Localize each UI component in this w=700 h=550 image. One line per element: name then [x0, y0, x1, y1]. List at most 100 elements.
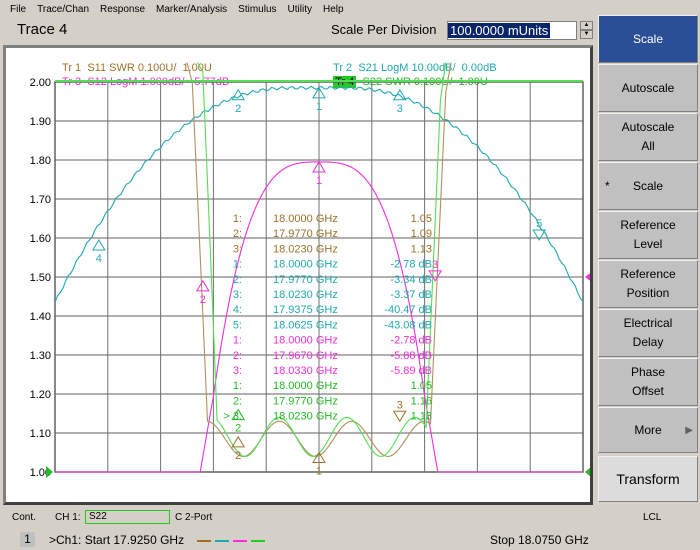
marker-tr2-2-label: 2	[235, 103, 241, 115]
marker-tr3-1-label: 1	[316, 175, 322, 187]
marker-readout-number: 1:	[233, 213, 242, 225]
marker-readout-value: -5.88 dB	[390, 350, 432, 362]
marker-readout-number: 1:	[233, 335, 242, 347]
menu-stimulus[interactable]: Stimulus	[238, 4, 276, 15]
active-parameter[interactable]: S22	[85, 510, 170, 524]
marker-readout-value: 1.13	[411, 411, 432, 423]
marker-readout-frequency: 17.9770 GHz	[273, 228, 338, 240]
marker-readout-frequency: 18.0000 GHz	[273, 380, 338, 392]
softkey-autoscale-all[interactable]: Autoscale All	[598, 113, 698, 161]
menu-trace-chan[interactable]: Trace/Chan	[37, 4, 89, 15]
marker-readout-frequency: 18.0000 GHz	[273, 335, 338, 347]
plot-area[interactable]: 2.00 1.90 1.80 1.70 1.60 1.50 1.40 1.30 1.20 1.10…	[6, 48, 590, 508]
reference-arrow-right	[585, 467, 590, 477]
marker-tr3-3-label: 3	[432, 259, 438, 271]
selected-star-icon: *	[605, 178, 610, 193]
marker-readout-frequency: 18.0230 GHz	[273, 243, 338, 255]
channel-number-badge[interactable]: 1	[20, 532, 35, 547]
marker-readout-value: -3.37 dB	[390, 289, 432, 301]
y-tick-label: 1.60	[30, 233, 51, 245]
y-tick-label: 1.20	[30, 389, 51, 401]
y-tick-label: 1.70	[30, 194, 51, 206]
y-tick-label: 1.80	[30, 155, 51, 167]
softkey-phase-offset[interactable]: Phase Offset	[598, 358, 698, 406]
sweep-mode: Cont.	[12, 512, 36, 523]
menu-marker-analysis[interactable]: Marker/Analysis	[156, 4, 227, 15]
marker-readout-value: -5.89 dB	[390, 365, 432, 377]
softkey-electrical-delay[interactable]: Electrical Delay	[598, 309, 698, 357]
marker-readout-value: 1.05	[411, 213, 432, 225]
softkey-label: Scale	[632, 31, 664, 46]
marker-readout-frequency: 18.0000 GHz	[273, 213, 338, 225]
marker-readout-number: > 3:	[223, 411, 242, 423]
softkey-label: Phase Offset	[630, 365, 666, 398]
marker-readout-frequency: 17.9770 GHz	[273, 395, 338, 407]
marker-tr2-4-label: 4	[96, 253, 102, 265]
softkey-more[interactable]: More ▶	[598, 407, 698, 453]
softkey-label: Scale	[632, 178, 664, 193]
spin-down-button[interactable]: ▼	[580, 30, 593, 39]
menu-bar: File Trace/Chan Response Marker/Analysis…	[0, 0, 700, 18]
marker-readout-frequency: 18.0230 GHz	[273, 289, 338, 301]
scale-spinner[interactable]: ▲ ▼	[580, 21, 593, 40]
channel-label: CH 1:	[55, 512, 81, 523]
marker-tr1-3-label: 3	[397, 399, 403, 411]
stop-frequency[interactable]: Stop 18.0750 GHz	[490, 533, 589, 547]
softkey-label: Reference Level	[620, 218, 676, 251]
marker-readout-frequency: 18.0330 GHz	[273, 365, 338, 377]
marker-readout-value: 1.16	[411, 395, 432, 407]
spin-up-button[interactable]: ▲	[580, 21, 593, 30]
marker-tr3-2-label: 2	[200, 294, 206, 306]
marker-tr2-5-label: 5	[536, 218, 542, 230]
marker-readout-number: 2:	[233, 395, 242, 407]
plot-window: Tr 1 S11 SWR 0.100U/ 1.00U Tr 3 S12 LogM…	[3, 45, 593, 547]
softkey-scale[interactable]: * Scale	[598, 162, 698, 210]
marker-readout-number: 1:	[233, 259, 242, 271]
marker-tr1-2-label: 2	[235, 450, 241, 462]
marker-readout-number: 3:	[233, 365, 242, 377]
marker-readout-number: 4:	[233, 304, 242, 316]
marker-readout-frequency: 17.9375 GHz	[273, 304, 338, 316]
softkey-label: Electrical Delay	[623, 316, 673, 349]
status-bar: Cont. CH 1: S22 C 2-Port LCL	[0, 508, 700, 526]
marker-readout-number: 3:	[233, 243, 242, 255]
start-frequency[interactable]: >Ch1: Start 17.9250 GHz	[49, 533, 184, 547]
softkey-label: Autoscale	[621, 80, 675, 95]
menu-utility[interactable]: Utility	[288, 4, 312, 15]
softkey-label: Reference Position	[620, 267, 676, 300]
marker-readout-value: 1.09	[411, 228, 432, 240]
softkey-scale-menu[interactable]: Scale	[598, 15, 698, 63]
reference-arrow-tr3	[585, 273, 590, 281]
marker-readout-frequency: 17.9770 GHz	[273, 274, 338, 286]
marker-readout-frequency: 18.0625 GHz	[273, 319, 338, 331]
softkey-reference-position[interactable]: Reference Position	[598, 260, 698, 308]
marker-readout-value: -2.78 dB	[390, 335, 432, 347]
softkey-autoscale[interactable]: Autoscale	[598, 64, 698, 112]
calibration-status: C 2-Port	[175, 512, 213, 523]
y-tick-label: 1.50	[30, 272, 51, 284]
marker-readout-frequency: 18.0230 GHz	[273, 411, 338, 423]
marker-readout-value: -43.08 dB	[384, 319, 432, 331]
menu-help[interactable]: Help	[323, 4, 344, 15]
entry-toolbar: Trace 4 Scale Per Division 100.0000 mUni…	[0, 18, 596, 44]
marker-tr3-2	[195, 279, 210, 292]
submenu-arrow-icon: ▶	[685, 424, 693, 436]
scale-per-division-input[interactable]: 100.0000 mUnits	[447, 21, 577, 40]
y-tick-label: 1.40	[30, 311, 51, 323]
marker-tr1-2	[231, 435, 246, 448]
softkey-transform[interactable]: Transform	[598, 456, 698, 502]
marker-readout-number: 2:	[233, 274, 242, 286]
trace-color-key	[197, 540, 265, 542]
marker-readout-value: -40.47 dB	[384, 304, 432, 316]
marker-readout-value: -3.34 dB	[390, 274, 432, 286]
channel-status-line: 1 >Ch1: Start 17.9250 GHz Stop 18.0750 G…	[9, 532, 597, 550]
menu-response[interactable]: Response	[100, 4, 145, 15]
y-tick-label: 1.90	[30, 116, 51, 128]
softkey-label: Transform	[616, 470, 680, 487]
marker-readout-number: 2:	[233, 350, 242, 362]
marker-readout-number: 1:	[233, 380, 242, 392]
softkey-reference-level[interactable]: Reference Level	[598, 211, 698, 259]
active-trace-title: Trace 4	[17, 21, 68, 38]
marker-readout-frequency: 18.0000 GHz	[273, 259, 338, 271]
menu-file[interactable]: File	[10, 4, 26, 15]
